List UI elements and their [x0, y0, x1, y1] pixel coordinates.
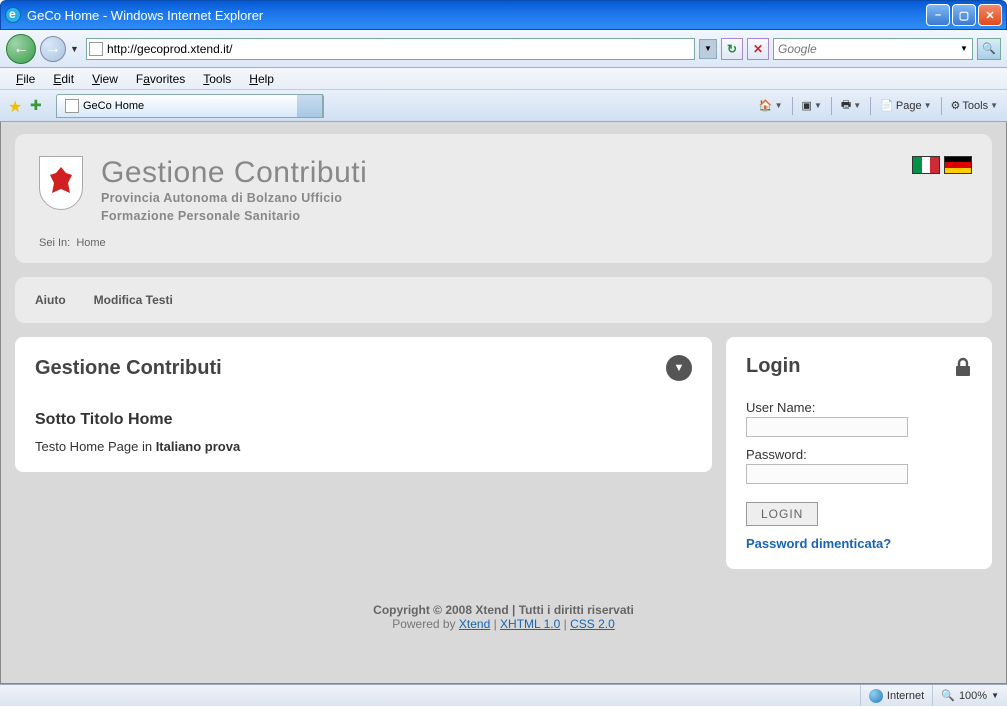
footer-link-xtend[interactable]: Xtend — [459, 617, 490, 631]
maximize-button[interactable]: ▢ — [952, 4, 976, 26]
content-subtitle: Sotto Titolo Home — [35, 411, 692, 429]
menu-tools[interactable]: Tools — [195, 70, 239, 88]
search-provider-dropdown[interactable]: ▼ — [956, 44, 972, 53]
home-icon: 🏠 — [759, 99, 773, 112]
nav-bar: Aiuto Modifica Testi — [15, 277, 992, 323]
footer-copyright: Copyright © 2008 Xtend | Tutti i diritti… — [373, 603, 634, 617]
go-refresh-button[interactable]: ↻ — [721, 38, 743, 60]
back-button[interactable]: ← — [6, 34, 36, 64]
search-button[interactable]: 🔍 — [977, 38, 1001, 60]
breadcrumb-label: Sei In: — [39, 237, 70, 249]
page-footer: Copyright © 2008 Xtend | Tutti i diritti… — [15, 603, 992, 639]
nav-modifica-testi[interactable]: Modifica Testi — [94, 293, 173, 307]
add-favorites-button[interactable]: ✚ — [30, 97, 48, 115]
tools-menu-label: Tools — [962, 100, 988, 112]
page-icon-small: 📄 — [880, 99, 894, 112]
search-box[interactable]: ▼ — [773, 38, 973, 60]
username-input[interactable] — [746, 417, 908, 437]
footer-link-css[interactable]: CSS 2.0 — [570, 617, 615, 631]
status-zone-label: Internet — [887, 690, 924, 702]
new-tab-button[interactable] — [297, 94, 323, 118]
status-bar: Internet 🔍 100% ▼ — [0, 684, 1007, 706]
feeds-button[interactable]: ▣▼ — [797, 95, 827, 117]
page-header: Gestione Contributi Provincia Autonoma d… — [15, 134, 992, 263]
menu-file[interactable]: File — [8, 70, 43, 88]
stop-button[interactable]: ✕ — [747, 38, 769, 60]
breadcrumb: Sei In: Home — [39, 237, 968, 249]
window-title: GeCo Home - Windows Internet Explorer — [27, 8, 926, 23]
nav-aiuto[interactable]: Aiuto — [35, 293, 66, 307]
content-text-prefix: Testo Home Page in — [35, 439, 156, 454]
login-panel: Login User Name: Password: LOGIN Passwor… — [726, 337, 992, 569]
page-menu-button[interactable]: 📄Page▼ — [875, 95, 936, 117]
address-input[interactable] — [107, 42, 692, 56]
tab-bar: ★ ✚ GeCo Home 🏠▼ ▣▼ 🖶▼ 📄Page▼ ⚙Tools▼ — [0, 90, 1007, 122]
printer-icon: 🖶 — [841, 96, 851, 115]
tab-active[interactable]: GeCo Home — [57, 99, 297, 113]
breadcrumb-item[interactable]: Home — [76, 237, 105, 249]
flag-italian[interactable] — [912, 156, 940, 174]
zoom-icon: 🔍 — [941, 689, 955, 702]
address-bar[interactable] — [86, 38, 695, 60]
tools-menu-button[interactable]: ⚙Tools▼ — [946, 95, 1003, 117]
minimize-button[interactable]: – — [926, 4, 950, 26]
content-text: Testo Home Page in Italiano prova — [35, 439, 692, 454]
forward-button[interactable]: → — [40, 36, 66, 62]
footer-link-xhtml[interactable]: XHTML 1.0 — [500, 617, 560, 631]
app-title: Gestione Contributi — [101, 156, 367, 190]
username-label: User Name: — [746, 400, 972, 415]
login-button[interactable]: LOGIN — [746, 502, 818, 526]
app-subtitle-2: Formazione Personale Sanitario — [101, 208, 367, 226]
forgot-password-link[interactable]: Password dimenticata? — [746, 536, 972, 551]
menu-bar: File Edit View Favorites Tools Help — [0, 68, 1007, 90]
menu-favorites[interactable]: Favorites — [128, 70, 193, 88]
page-menu-label: Page — [896, 100, 922, 112]
close-button[interactable]: ✕ — [978, 4, 1002, 26]
password-input[interactable] — [746, 464, 908, 484]
footer-powered: Powered by — [392, 617, 459, 631]
login-title: Login — [746, 355, 800, 378]
window-titlebar: GeCo Home - Windows Internet Explorer – … — [0, 0, 1007, 30]
page-icon — [89, 42, 103, 56]
search-input[interactable] — [774, 42, 956, 56]
print-button[interactable]: 🖶▼ — [836, 95, 866, 117]
recent-pages-dropdown[interactable]: ▼ — [70, 44, 82, 54]
lock-icon — [954, 357, 972, 377]
chevron-down-icon: ▼ — [674, 362, 685, 374]
gear-icon: ⚙ — [951, 99, 961, 112]
home-button[interactable]: 🏠▼ — [754, 95, 788, 117]
menu-view[interactable]: View — [84, 70, 126, 88]
address-dropdown[interactable]: ▼ — [699, 39, 717, 59]
password-label: Password: — [746, 447, 972, 462]
status-zoom-label: 100% — [959, 690, 987, 702]
panel-title: Gestione Contributi — [35, 357, 222, 380]
globe-icon — [869, 689, 883, 703]
menu-help[interactable]: Help — [241, 70, 282, 88]
content-text-bold: Italiano prova — [156, 439, 241, 454]
favorites-center-button[interactable]: ★ — [8, 97, 26, 115]
app-subtitle-1: Provincia Autonoma di Bolzano Ufficio — [101, 190, 367, 208]
status-zoom[interactable]: 🔍 100% ▼ — [932, 685, 1007, 706]
flag-german[interactable] — [944, 156, 972, 174]
page-icon — [65, 99, 79, 113]
status-zone[interactable]: Internet — [860, 685, 932, 706]
rss-icon: ▣ — [802, 99, 812, 112]
navigation-bar: ← → ▼ ▼ ↻ ✕ ▼ 🔍 — [0, 30, 1007, 68]
tab-label: GeCo Home — [83, 100, 144, 112]
main-panel: Gestione Contributi ▼ Sotto Titolo Home … — [15, 337, 712, 472]
menu-edit[interactable]: Edit — [45, 70, 82, 88]
crest-logo — [39, 156, 83, 210]
content-viewport[interactable]: Gestione Contributi Provincia Autonoma d… — [0, 122, 1007, 684]
ie-icon — [5, 7, 21, 23]
collapse-button[interactable]: ▼ — [666, 355, 692, 381]
